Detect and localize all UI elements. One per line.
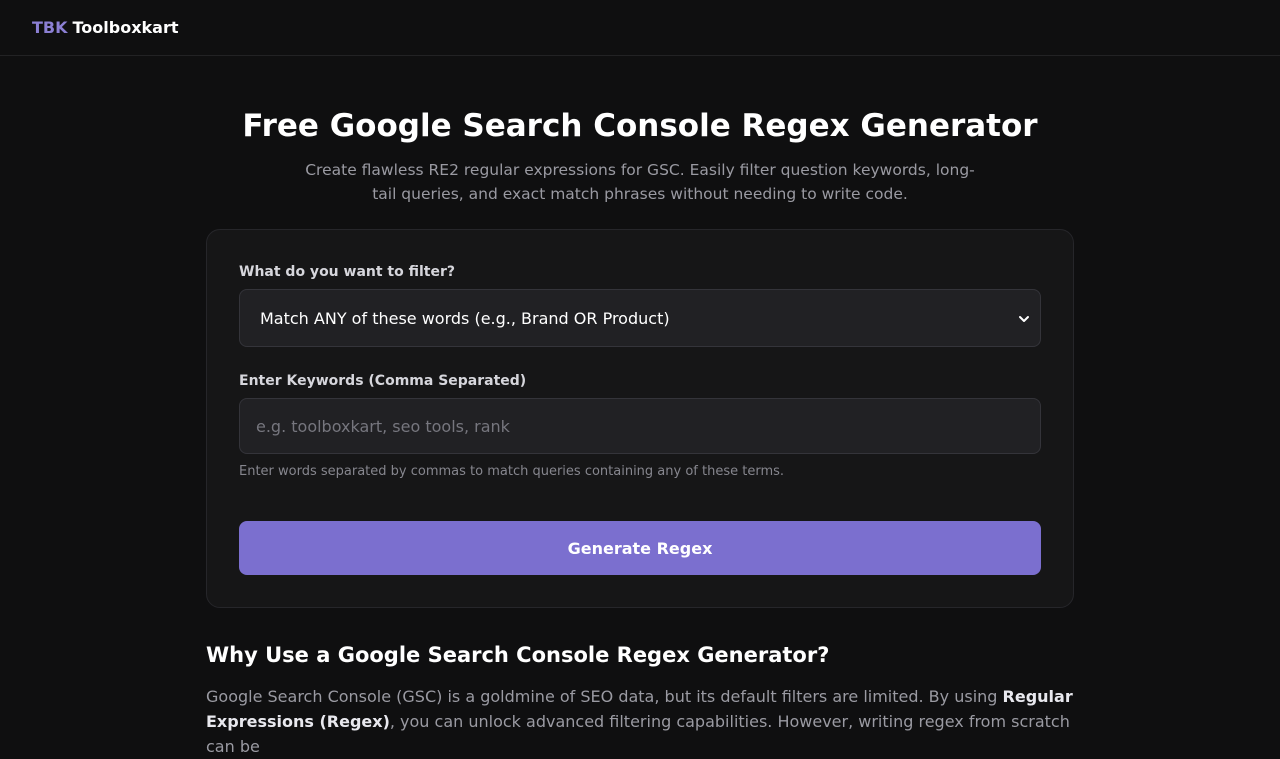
page-title: Free Google Search Console Regex Generat… — [242, 108, 1038, 144]
keywords-input[interactable] — [239, 398, 1041, 454]
logo-text: Toolboxkart — [72, 18, 179, 37]
filter-type-select[interactable]: Match ANY of these words (e.g., Brand OR… — [239, 289, 1041, 347]
section-heading: Why Use a Google Search Console Regex Ge… — [206, 643, 830, 667]
section-paragraph-start: Google Search Console (GSC) is a goldmin… — [206, 687, 1003, 706]
generate-regex-button[interactable]: Generate Regex — [239, 521, 1041, 575]
filter-type-selected-value: Match ANY of these words (e.g., Brand OR… — [260, 309, 670, 328]
site-logo[interactable]: TBK Toolboxkart — [32, 17, 179, 39]
logo-mark: TBK — [32, 18, 68, 37]
section-paragraph: Google Search Console (GSC) is a goldmin… — [206, 684, 1074, 759]
regex-generator-card: What do you want to filter? Match ANY of… — [206, 229, 1074, 608]
filter-type-label: What do you want to filter? — [239, 264, 456, 280]
page-subtitle: Create flawless RE2 regular expressions … — [305, 161, 975, 203]
keywords-help-text: Enter words separated by commas to match… — [239, 464, 785, 479]
keywords-label: Enter Keywords (Comma Separated) — [239, 373, 527, 389]
top-navbar: TBK Toolboxkart — [0, 0, 1280, 56]
chevron-down-icon — [1019, 316, 1029, 322]
